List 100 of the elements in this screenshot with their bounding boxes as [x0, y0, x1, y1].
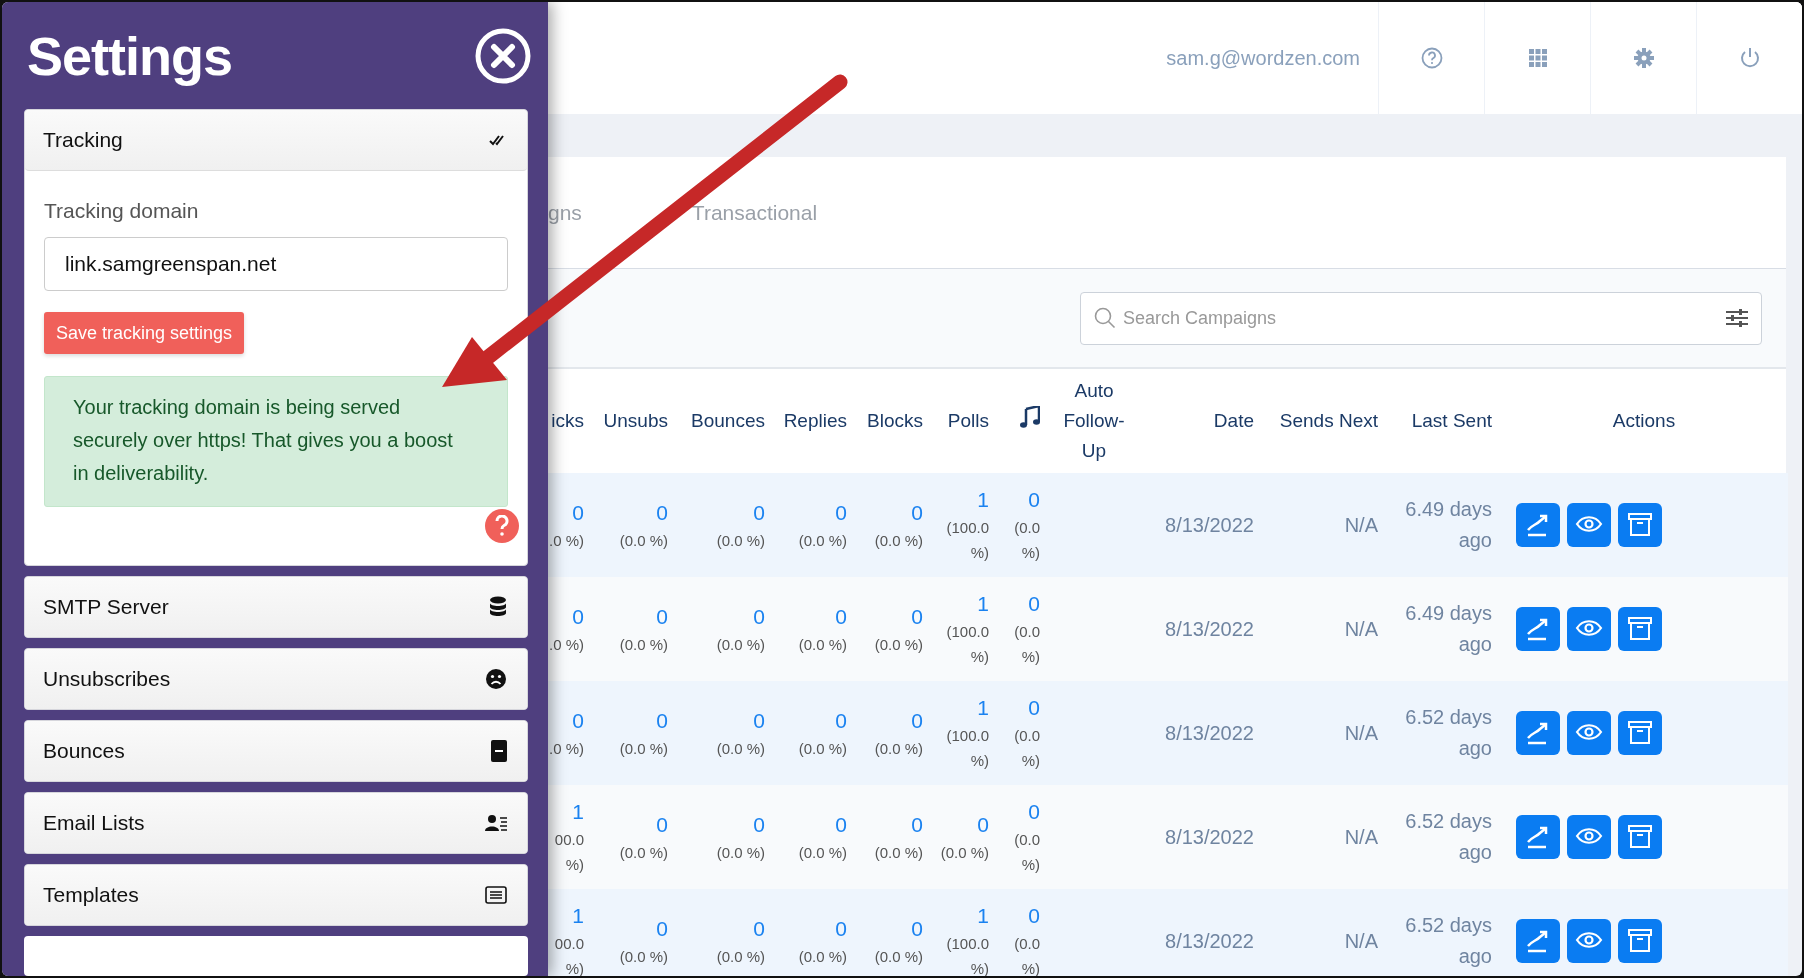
save-button[interactable]: Save tracking settings — [44, 312, 245, 354]
settings-icon — [1632, 47, 1655, 69]
count-value[interactable]: 0 — [1028, 693, 1040, 723]
tab[interactable]: Transactional — [691, 200, 818, 225]
count-value[interactable]: 0 — [656, 913, 668, 944]
archive-box-button[interactable] — [1618, 711, 1662, 755]
eye-button[interactable] — [1567, 815, 1611, 859]
count-value[interactable]: 0 — [835, 497, 847, 528]
archive-box-button[interactable] — [1618, 919, 1662, 963]
count-value[interactable]: 0 — [1028, 797, 1040, 827]
count-value[interactable]: 1 — [977, 485, 989, 515]
percentage-text: (0.0 %) — [619, 738, 668, 759]
count-value[interactable]: 0 — [753, 497, 765, 528]
count-value[interactable]: 0 — [911, 809, 923, 840]
percentage-text: (0.0 %) — [798, 530, 847, 551]
percentage-text: (0.0 %) — [716, 842, 765, 863]
chart-button[interactable] — [1516, 607, 1560, 651]
input-field[interactable]: link.samgreenspan.net — [44, 237, 508, 291]
grid-icon — [1526, 47, 1549, 69]
count-value[interactable]: 0 — [911, 705, 923, 736]
eye-button[interactable] — [1567, 503, 1611, 547]
column-header[interactable]: Auto Follow-Up — [1059, 376, 1129, 466]
column-header[interactable]: icks — [551, 410, 584, 431]
eye-button[interactable] — [1567, 711, 1611, 755]
count-value[interactable]: 1 — [572, 901, 584, 931]
search-field[interactable]: Search Campaigns — [1080, 291, 1762, 345]
count-value[interactable]: 0 — [1028, 485, 1040, 515]
search-icon — [1094, 306, 1116, 329]
count-value[interactable]: 0 — [656, 705, 668, 736]
count-value[interactable]: 0 — [656, 809, 668, 840]
count-value[interactable]: 0 — [1028, 589, 1040, 619]
column-header[interactable]: Actions — [1612, 410, 1676, 431]
chart-button[interactable] — [1516, 919, 1560, 963]
count-value[interactable]: 0 — [835, 601, 847, 632]
archive-box-icon — [1626, 719, 1654, 747]
percentage-text: (0.0 %) — [940, 842, 989, 863]
accordion-header[interactable]: Bounces — [25, 721, 527, 781]
column-header[interactable]: Last Sent — [1411, 410, 1492, 431]
percentage-text: (0.0 %) — [716, 634, 765, 655]
count-value[interactable]: 0 — [753, 809, 765, 840]
close-button[interactable] — [475, 27, 531, 84]
chart-button[interactable] — [1516, 815, 1560, 859]
sends-next-cell: N/A — [1344, 513, 1378, 536]
column-header[interactable]: Replies — [783, 410, 847, 431]
count-value[interactable]: 0 — [835, 913, 847, 944]
percentage-text: .0 %) — [549, 738, 584, 759]
percentage-text: (100.0 %) — [945, 726, 989, 771]
check-icon — [489, 133, 507, 147]
column-header[interactable]: Blocks — [867, 410, 923, 431]
archive-box-button[interactable] — [1618, 607, 1662, 651]
eye-button[interactable] — [1567, 919, 1611, 963]
tab[interactable]: gns — [548, 200, 582, 225]
count-value[interactable]: 0 — [656, 601, 668, 632]
chart-button[interactable] — [1516, 503, 1560, 547]
count-value[interactable]: 0 — [911, 497, 923, 528]
count-value[interactable]: 0 — [1028, 901, 1040, 931]
count-value[interactable]: 1 — [572, 797, 584, 827]
archive-box-button[interactable] — [1618, 815, 1662, 859]
count-value[interactable]: 1 — [977, 693, 989, 723]
count-value[interactable]: 0 — [572, 601, 584, 632]
count-value[interactable]: 0 — [572, 497, 584, 528]
count-value[interactable]: 0 — [911, 601, 923, 632]
filter-icon — [1726, 308, 1748, 327]
accordion-header[interactable]: Unsubscribes — [25, 649, 527, 709]
count-value[interactable]: 0 — [753, 705, 765, 736]
column-header[interactable]: Unsubs — [603, 410, 668, 431]
count-value[interactable]: 0 — [911, 913, 923, 944]
archive-box-icon — [1626, 823, 1654, 851]
accordion-header[interactable]: Templates — [25, 865, 527, 925]
count-value[interactable]: 0 — [753, 913, 765, 944]
count-value[interactable]: 0 — [835, 705, 847, 736]
contact-list-icon — [485, 814, 507, 832]
date-cell: 8/13/2022 — [1165, 513, 1254, 536]
sad-face-icon — [485, 668, 507, 690]
count-value[interactable]: 0 — [572, 705, 584, 736]
column-header[interactable]: Sends Next — [1279, 410, 1378, 431]
count-value[interactable]: 0 — [753, 601, 765, 632]
count-value[interactable]: 0 — [656, 497, 668, 528]
column-header[interactable]: Polls — [947, 410, 989, 431]
count-value[interactable]: 0 — [977, 809, 989, 840]
chart-button[interactable] — [1516, 711, 1560, 755]
help-icon[interactable] — [485, 509, 519, 543]
power-icon — [1738, 47, 1761, 69]
music-note-icon — [1020, 405, 1040, 428]
percentage-text: (0.0 %) — [619, 946, 668, 967]
eye-button[interactable] — [1567, 607, 1611, 651]
percentage-text: 00.0 %) — [553, 830, 584, 875]
accordion-header[interactable]: Tracking — [25, 110, 527, 171]
count-value[interactable]: 1 — [977, 589, 989, 619]
percentage-text: (0.0 %) — [716, 738, 765, 759]
archive-box-button[interactable] — [1618, 503, 1662, 547]
accordion-header[interactable]: Email Lists — [25, 793, 527, 853]
percentage-text: (0.0 %) — [798, 946, 847, 967]
archive-box-icon — [1626, 927, 1654, 955]
column-header[interactable]: Bounces — [691, 410, 765, 431]
count-value[interactable]: 1 — [977, 901, 989, 931]
accordion-header[interactable]: SMTP Server — [25, 577, 527, 637]
column-header[interactable]: Date — [1213, 410, 1254, 431]
count-value[interactable]: 0 — [835, 809, 847, 840]
success-alert: Your tracking domain is being served securely over https! That gives you a boost in deliverability. — [44, 376, 508, 507]
